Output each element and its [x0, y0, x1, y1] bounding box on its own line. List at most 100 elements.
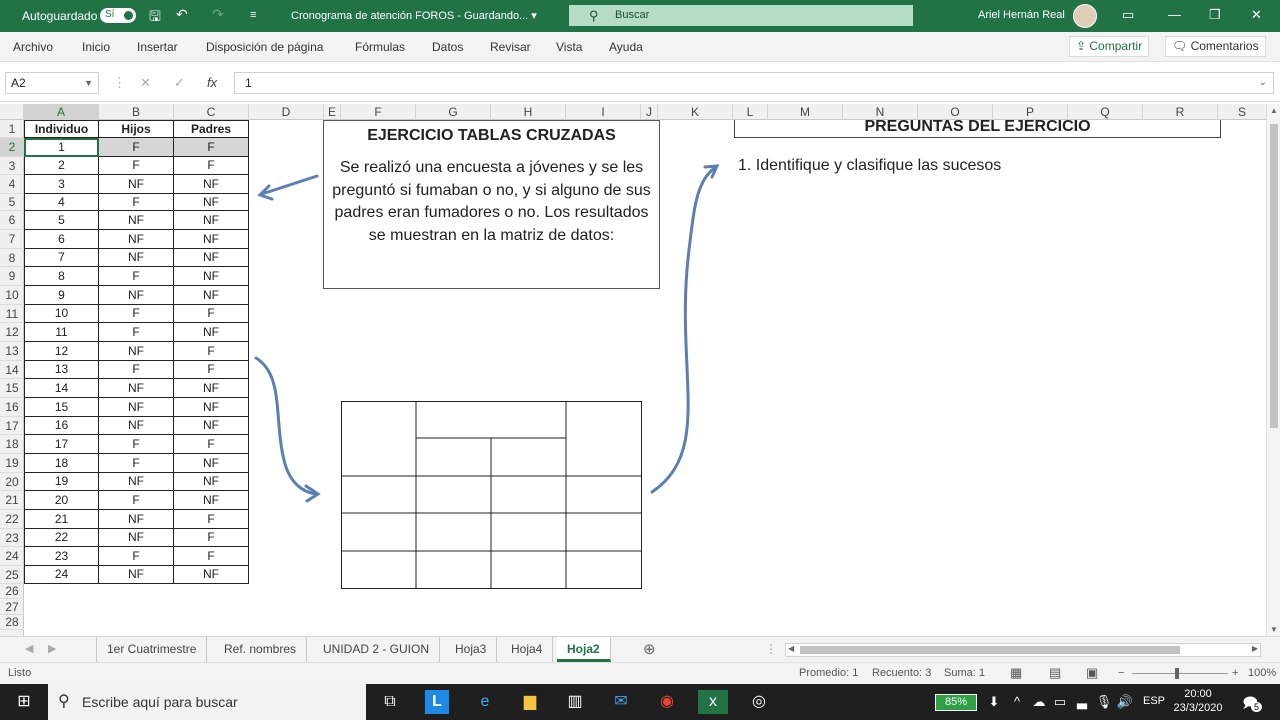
status-average[interactable]: Promedio: 1	[799, 667, 858, 679]
table-cell[interactable]: NF	[99, 249, 174, 267]
sheet-tab[interactable]: 1er Cuatrimestre	[96, 637, 208, 662]
taskbar-search-input[interactable]: ⚲ Escribe aquí para buscar	[48, 684, 366, 720]
column-header[interactable]: K	[658, 104, 733, 120]
row-header[interactable]: 23	[0, 529, 24, 547]
table-cell[interactable]: NF	[174, 249, 249, 267]
table-cell[interactable]: 20	[24, 491, 99, 510]
clock[interactable]: 20:00 23/3/2020	[1168, 687, 1228, 715]
column-header[interactable]: E	[324, 104, 341, 120]
user-name[interactable]: Ariel Hernán Real	[978, 9, 1065, 21]
chrome-icon[interactable]: ◉	[655, 690, 679, 714]
column-header[interactable]: G	[416, 104, 491, 120]
column-header[interactable]: N	[843, 104, 918, 120]
table-cell[interactable]: NF	[174, 417, 249, 435]
column-header[interactable]: R	[1143, 104, 1218, 120]
table-cell[interactable]: F	[99, 323, 174, 342]
table-cell[interactable]: 9	[24, 286, 99, 305]
table-cell[interactable]: F	[174, 510, 249, 529]
table-cell[interactable]: NF	[174, 211, 249, 230]
table-cell[interactable]: NF	[99, 286, 174, 305]
row-header[interactable]: 11	[0, 305, 24, 323]
store-icon[interactable]: ▥	[563, 690, 587, 714]
table-cell[interactable]: 4	[24, 194, 99, 211]
restore-icon[interactable]: ❐	[1209, 7, 1221, 23]
obs-icon[interactable]: ◎	[747, 690, 771, 714]
table-cell[interactable]: NF	[99, 510, 174, 529]
row-header[interactable]: 3	[0, 157, 24, 175]
chevron-up-icon[interactable]: ^	[1005, 690, 1029, 714]
row-header[interactable]: 8	[0, 249, 24, 267]
sheet-tab-active[interactable]: Hoja2	[557, 637, 611, 662]
table-header-cell[interactable]: Hijos	[99, 120, 174, 138]
mail-icon[interactable]: ✉	[609, 690, 633, 714]
table-cell[interactable]: NF	[99, 566, 174, 584]
windows-start-icon[interactable]: ⊞	[12, 690, 36, 714]
table-cell[interactable]: NF	[99, 211, 174, 230]
vertical-scrollbar[interactable]: ▲ ▼	[1266, 104, 1280, 636]
scroll-right-icon[interactable]: ▶	[1252, 644, 1258, 653]
table-cell[interactable]: 16	[24, 417, 99, 435]
tab-vista[interactable]: Vista	[556, 40, 582, 54]
close-icon[interactable]: ✕	[1251, 7, 1262, 23]
file-explorer-icon[interactable]: ▆	[518, 690, 542, 714]
table-cell[interactable]: NF	[174, 194, 249, 211]
table-cell[interactable]: 14	[24, 379, 99, 398]
column-header[interactable]: I	[566, 104, 641, 120]
sheet-tab[interactable]: Ref. nombres	[214, 637, 308, 662]
page-break-icon[interactable]: ▣	[1086, 665, 1098, 681]
column-header[interactable]: H	[491, 104, 566, 120]
column-header[interactable]: B	[99, 104, 174, 120]
column-header[interactable]: M	[768, 104, 843, 120]
contingency-table-drawing[interactable]	[341, 401, 642, 589]
next-sheet-icon[interactable]: ▶	[48, 642, 56, 655]
chevron-down-icon[interactable]: ▼	[84, 73, 93, 93]
table-cell[interactable]: NF	[174, 267, 249, 286]
column-header[interactable]: A	[24, 104, 99, 120]
table-cell[interactable]: 11	[24, 323, 99, 342]
table-cell[interactable]: NF	[99, 379, 174, 398]
cancel-icon[interactable]: ✕	[140, 75, 151, 91]
table-cell[interactable]: F	[99, 194, 174, 211]
zoom-slider-thumb[interactable]	[1175, 668, 1179, 679]
tab-ayuda[interactable]: Ayuda	[609, 40, 643, 54]
row-header[interactable]: 25	[0, 566, 24, 584]
table-cell[interactable]: F	[174, 305, 249, 323]
table-cell[interactable]: F	[99, 361, 174, 379]
avatar[interactable]	[1073, 4, 1097, 28]
table-cell[interactable]: NF	[99, 230, 174, 249]
row-header[interactable]: 16	[0, 398, 24, 417]
table-cell[interactable]: NF	[174, 286, 249, 305]
zoom-out-icon[interactable]: −	[1118, 667, 1124, 679]
tab-archivo[interactable]: Archivo	[13, 40, 53, 54]
table-cell[interactable]: F	[99, 435, 174, 454]
tab-datos[interactable]: Datos	[432, 40, 463, 54]
row-header[interactable]: 9	[0, 267, 24, 286]
row-header[interactable]: 17	[0, 417, 24, 435]
table-cell[interactable]: F	[99, 454, 174, 473]
row-header[interactable]: 5	[0, 194, 24, 211]
scroll-thumb[interactable]	[1270, 124, 1278, 428]
table-cell[interactable]: F	[99, 547, 174, 566]
table-header-cell[interactable]: Individuo	[24, 120, 99, 138]
row-header[interactable]: 26	[0, 584, 24, 599]
tab-inicio[interactable]: Inicio	[82, 40, 110, 54]
name-box[interactable]: A2 ▼	[5, 72, 99, 94]
table-cell[interactable]: F	[99, 267, 174, 286]
tab-formulas[interactable]: Fórmulas	[355, 40, 405, 54]
redo-icon[interactable]: ↷	[212, 6, 224, 23]
table-cell[interactable]: 18	[24, 454, 99, 473]
row-header[interactable]: 6	[0, 211, 24, 230]
enter-icon[interactable]: ✓	[174, 75, 185, 91]
table-cell[interactable]: 15	[24, 398, 99, 417]
table-cell[interactable]: NF	[174, 454, 249, 473]
zoom-slider[interactable]	[1132, 673, 1228, 674]
row-header[interactable]: 28	[0, 615, 24, 630]
table-cell[interactable]: F	[99, 157, 174, 175]
table-cell[interactable]: 1	[24, 138, 99, 157]
scroll-down-icon[interactable]: ▼	[1270, 625, 1278, 634]
language-indicator[interactable]: ESP	[1143, 695, 1165, 707]
table-cell[interactable]: 6	[24, 230, 99, 249]
download-icon[interactable]: ⬇	[982, 690, 1006, 714]
row-header[interactable]: 20	[0, 473, 24, 491]
tab-revisar[interactable]: Revisar	[490, 40, 531, 54]
